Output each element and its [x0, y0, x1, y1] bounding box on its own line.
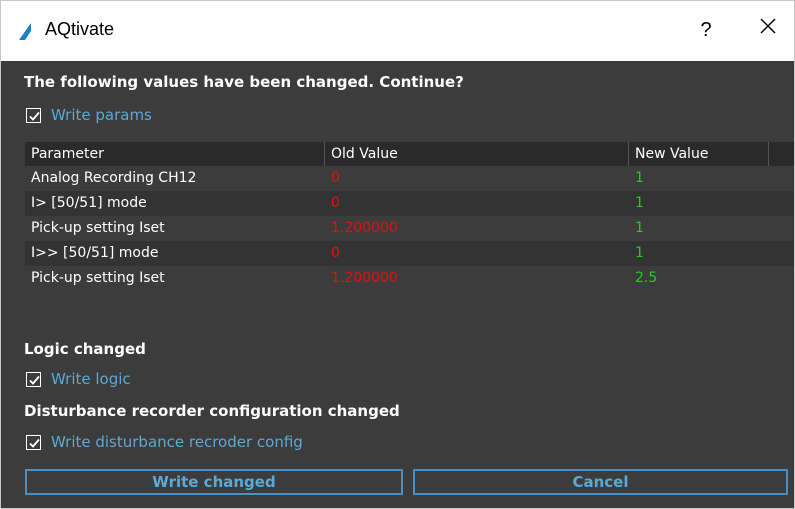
write-dr-config-option[interactable]: Write disturbance recroder config: [26, 432, 303, 452]
dialog-content: The following values have been changed. …: [1, 61, 794, 508]
table-row[interactable]: Pick-up setting Iset 1.200000 2.5: [25, 266, 794, 291]
write-logic-label[interactable]: Write logic: [51, 370, 131, 388]
write-dr-config-checkbox[interactable]: [26, 434, 41, 450]
column-header-new-value[interactable]: New Value: [629, 142, 769, 166]
column-header-parameter[interactable]: Parameter: [25, 142, 325, 166]
cell-old-value: 0: [331, 245, 340, 261]
help-button[interactable]: ?: [691, 15, 721, 45]
table-row[interactable]: I>> [50/51] mode 0 1: [25, 241, 794, 266]
cell-new-value: 1: [635, 170, 644, 186]
checkmark-icon: [29, 111, 40, 121]
checkmark-icon: [29, 375, 40, 385]
aqtivate-logo-icon: [17, 21, 37, 41]
parameter-table: Parameter Old Value New Value Analog Rec…: [25, 142, 794, 291]
write-logic-option[interactable]: Write logic: [26, 369, 131, 389]
logic-heading: Logic changed: [24, 340, 146, 358]
cell-old-value: 1.200000: [331, 270, 398, 286]
write-logic-checkbox[interactable]: [26, 371, 41, 387]
close-icon: [760, 18, 776, 38]
cell-new-value: 1: [635, 220, 644, 236]
table-row[interactable]: Pick-up setting Iset 1.200000 1: [25, 216, 794, 241]
cell-old-value: 0: [331, 170, 340, 186]
cell-new-value: 1: [635, 195, 644, 211]
cell-old-value: 1.200000: [331, 220, 398, 236]
cell-old-value: 0: [331, 195, 340, 211]
disturbance-recorder-heading: Disturbance recorder configuration chang…: [24, 402, 400, 420]
write-params-checkbox[interactable]: [26, 107, 41, 123]
table-row[interactable]: I> [50/51] mode 0 1: [25, 191, 794, 216]
cell-new-value: 1: [635, 245, 644, 261]
write-params-option[interactable]: Write params: [26, 105, 152, 125]
close-button[interactable]: [753, 15, 783, 45]
cell-parameter: I> [50/51] mode: [31, 195, 147, 211]
column-header-old-value[interactable]: Old Value: [325, 142, 629, 166]
table-header: Parameter Old Value New Value: [25, 142, 794, 166]
title-bar: AQtivate ?: [1, 1, 794, 61]
cell-new-value: 2.5: [635, 270, 658, 286]
dialog-window: AQtivate ? The following values have bee…: [0, 0, 795, 509]
write-dr-config-label[interactable]: Write disturbance recroder config: [51, 433, 303, 451]
cell-parameter: Analog Recording CH12: [31, 170, 197, 186]
cell-parameter: Pick-up setting Iset: [31, 220, 165, 236]
params-heading: The following values have been changed. …: [24, 73, 464, 91]
cell-parameter: Pick-up setting Iset: [31, 270, 165, 286]
cell-parameter: I>> [50/51] mode: [31, 245, 159, 261]
table-row[interactable]: Analog Recording CH12 0 1: [25, 166, 794, 191]
write-changed-button[interactable]: Write changed: [25, 469, 403, 495]
write-params-label[interactable]: Write params: [51, 106, 152, 124]
cancel-button[interactable]: Cancel: [413, 469, 788, 495]
window-title: AQtivate: [45, 19, 115, 39]
checkmark-icon: [29, 438, 40, 448]
